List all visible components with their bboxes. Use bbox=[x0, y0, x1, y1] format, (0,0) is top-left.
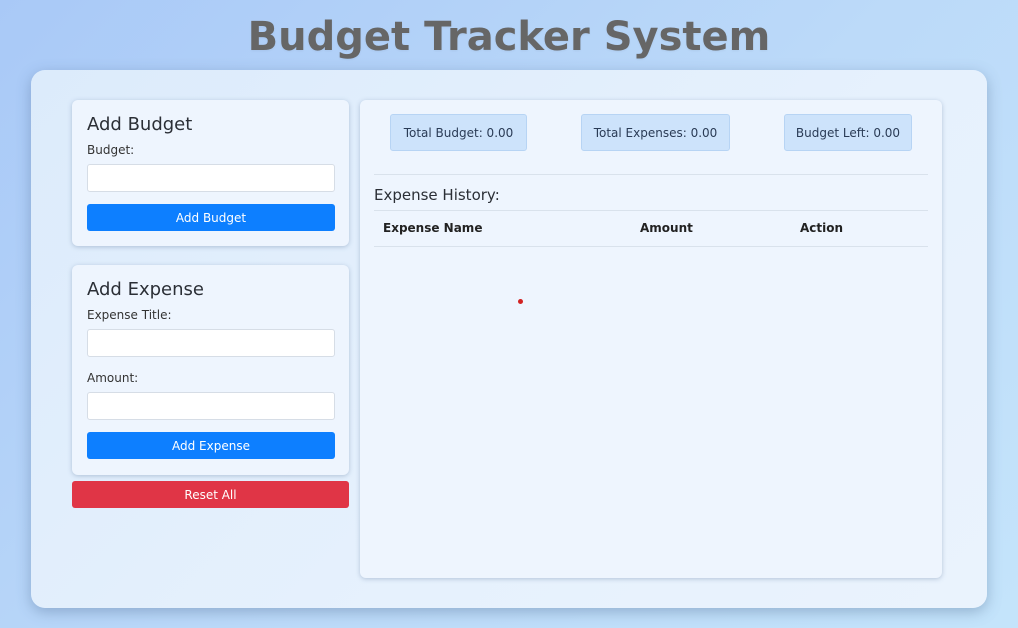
column-header-expense-name: Expense Name bbox=[383, 221, 483, 235]
summary-panel: Total Budget: 0.00 Total Expenses: 0.00 … bbox=[360, 100, 942, 578]
add-expense-heading: Add Expense bbox=[87, 279, 204, 300]
column-header-action: Action bbox=[800, 221, 844, 235]
summary-row: Total Budget: 0.00 Total Expenses: 0.00 … bbox=[360, 114, 942, 151]
add-expense-button[interactable]: Add Expense bbox=[87, 432, 335, 459]
cursor-dot bbox=[518, 299, 523, 304]
app-container: Add Budget Budget: Add Budget Add Expens… bbox=[31, 70, 987, 608]
amount-input[interactable] bbox=[87, 392, 335, 420]
add-expense-panel: Add Expense Expense Title: Amount: Add E… bbox=[72, 265, 349, 475]
expense-table-header: Expense Name Amount Action bbox=[374, 212, 928, 246]
amount-label: Amount: bbox=[87, 371, 139, 385]
budget-label: Budget: bbox=[87, 143, 135, 157]
add-budget-button[interactable]: Add Budget bbox=[87, 204, 335, 231]
budget-left-badge: Budget Left: 0.00 bbox=[784, 114, 912, 151]
table-header-border bbox=[374, 246, 928, 247]
column-header-amount: Amount bbox=[640, 221, 693, 235]
expense-title-input[interactable] bbox=[87, 329, 335, 357]
reset-all-button[interactable]: Reset All bbox=[72, 481, 349, 508]
add-budget-heading: Add Budget bbox=[87, 114, 193, 135]
section-divider bbox=[374, 174, 928, 175]
total-expenses-badge: Total Expenses: 0.00 bbox=[581, 114, 730, 151]
total-budget-badge: Total Budget: 0.00 bbox=[390, 114, 527, 151]
expense-title-label: Expense Title: bbox=[87, 308, 172, 322]
add-budget-panel: Add Budget Budget: Add Budget bbox=[72, 100, 349, 246]
page-title: Budget Tracker System bbox=[247, 14, 771, 60]
budget-input[interactable] bbox=[87, 164, 335, 192]
expense-history-title: Expense History: bbox=[374, 186, 500, 204]
table-top-border bbox=[374, 210, 928, 211]
